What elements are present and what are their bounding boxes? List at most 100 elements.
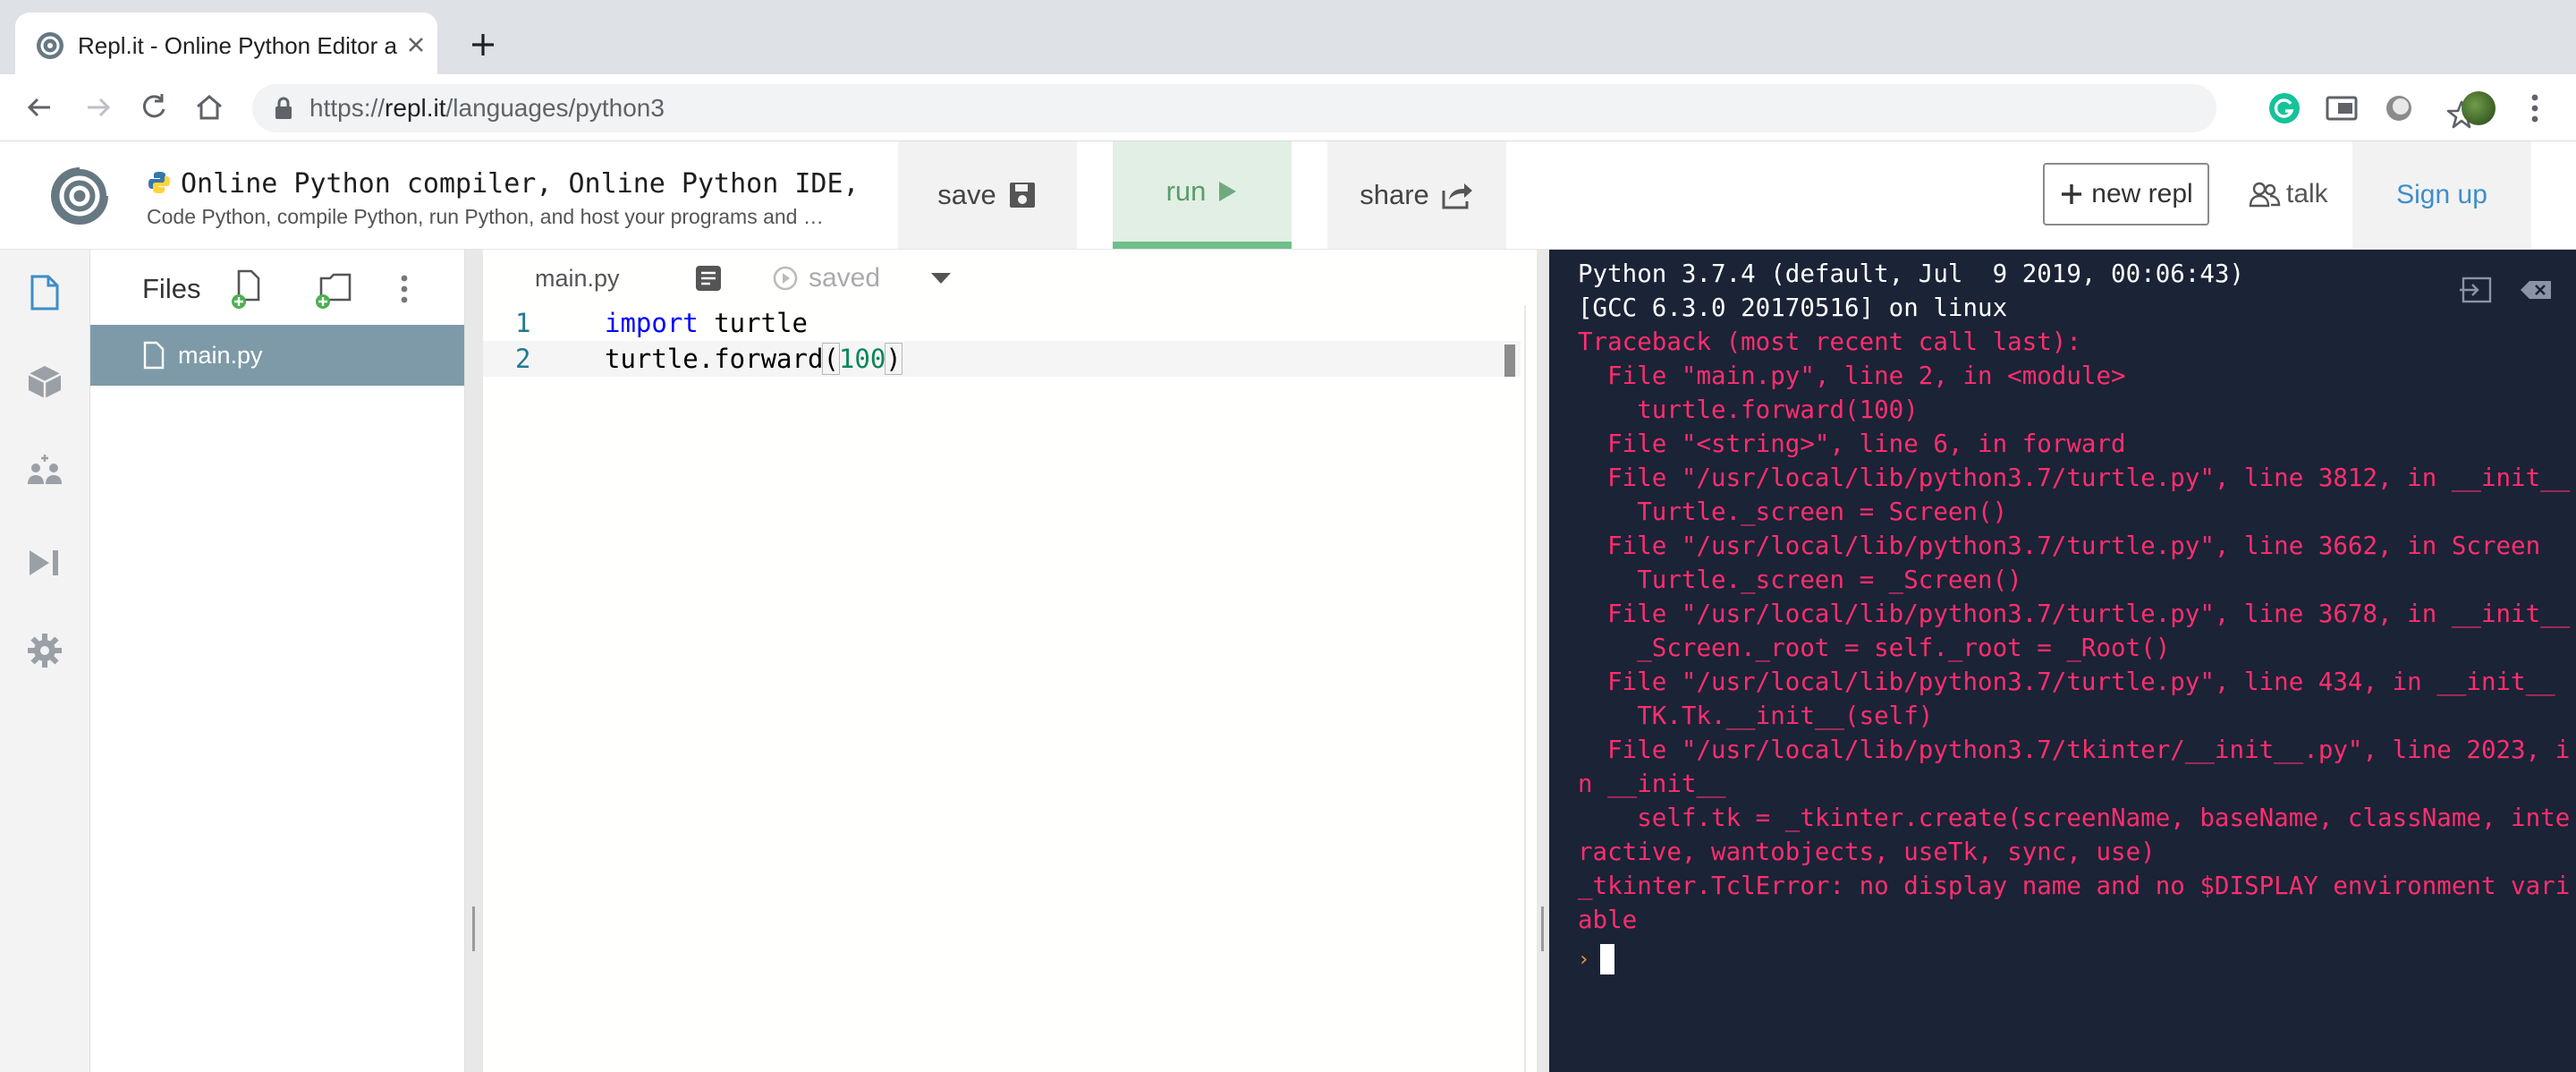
files-icon[interactable] xyxy=(25,273,64,312)
prompt-arrow: › xyxy=(1578,948,1590,971)
console-prompt[interactable]: › xyxy=(1578,944,1615,974)
line-number: 2 xyxy=(515,344,531,374)
files-panel: Files main.py xyxy=(90,250,465,1072)
editor-overview-ruler xyxy=(1524,305,1526,1072)
browser-tab[interactable]: Repl.it - Online Python Editor a xyxy=(15,13,437,74)
replit-favicon-icon xyxy=(37,32,64,59)
multiplayer-icon[interactable] xyxy=(25,452,64,491)
chevron-down-icon[interactable] xyxy=(928,269,953,287)
reload-icon[interactable] xyxy=(134,88,174,127)
new-repl-label: new repl xyxy=(2091,179,2193,208)
console-cursor xyxy=(1600,944,1615,974)
home-icon[interactable] xyxy=(190,88,229,127)
file-icon xyxy=(143,341,165,370)
talk-label: talk xyxy=(2286,179,2328,208)
splitter-grip[interactable] xyxy=(1541,906,1544,951)
console-error-line: self.tk = _tkinter.create(screenName, ba… xyxy=(1578,804,2571,832)
console-error-line: TK.Tk.__init__(self) xyxy=(1578,702,1934,730)
console-info-line: Python 3.7.4 (default, Jul 9 2019, 00:06… xyxy=(1578,259,2245,288)
console-error-line: File "/usr/local/lib/python3.7/turtle.py… xyxy=(1578,668,2555,696)
files-editor-splitter[interactable] xyxy=(465,250,483,1072)
tab-main-py[interactable]: main.py xyxy=(535,262,620,294)
sign-up-button[interactable]: Sign up xyxy=(2352,141,2531,249)
line-content: turtle.forward(100) xyxy=(605,343,902,375)
console-error-line: Turtle._screen = _Screen() xyxy=(1578,566,2022,594)
console-error-line: turtle.forward(100) xyxy=(1578,396,1919,424)
talk-button[interactable]: talk xyxy=(2249,163,2338,225)
browser-tab-bar: Repl.it - Online Python Editor a xyxy=(0,0,2576,74)
packages-icon[interactable] xyxy=(25,362,64,402)
url-text: https://repl.it/languages/python3 xyxy=(309,92,665,124)
format-icon[interactable] xyxy=(694,264,723,293)
console-info-line: [GCC 6.3.0 20170516] on linux xyxy=(1578,294,2008,322)
share-label: share xyxy=(1360,179,1429,210)
code-line-active: 2 turtle.forward(100) xyxy=(483,341,1521,377)
url-host: repl.it xyxy=(385,94,446,122)
line-number: 1 xyxy=(515,308,531,338)
console-output: Python 3.7.4 (default, Jul 9 2019, 00:06… xyxy=(1578,257,2571,937)
console-panel[interactable]: Python 3.7.4 (default, Jul 9 2019, 00:06… xyxy=(1549,250,2576,1072)
files-title: Files xyxy=(142,273,201,304)
console-error-line: Turtle._screen = Screen() xyxy=(1578,498,2008,526)
settings-gear-icon[interactable] xyxy=(25,631,64,670)
share-button[interactable]: share xyxy=(1327,141,1506,249)
profile-avatar[interactable] xyxy=(2462,91,2496,125)
extension-icon[interactable] xyxy=(2381,90,2417,126)
editor-console-splitter[interactable] xyxy=(1537,250,1549,1072)
tab-title: Repl.it - Online Python Editor a xyxy=(78,32,397,59)
save-label: save xyxy=(937,179,996,210)
back-arrow-icon[interactable] xyxy=(20,88,59,127)
console-error-line: File "/usr/local/lib/python3.7/tkinter/_… xyxy=(1578,736,2571,764)
repl-title: Online Python compiler, Online Python ID… xyxy=(181,168,860,200)
add-file-icon[interactable] xyxy=(228,268,267,311)
address-bar[interactable]: https://repl.it/languages/python3 xyxy=(252,84,2477,132)
play-icon xyxy=(1219,182,1237,201)
lock-icon xyxy=(275,97,292,119)
url-scheme: https:// xyxy=(309,94,386,122)
share-icon xyxy=(1442,183,1472,209)
replit-logo[interactable] xyxy=(48,165,111,227)
people-icon xyxy=(2249,182,2281,208)
file-name: main.py xyxy=(178,342,263,369)
clear-console-icon[interactable] xyxy=(2519,275,2555,305)
saved-label: saved xyxy=(809,263,881,293)
grammarly-icon[interactable] xyxy=(2267,90,2302,126)
editor-tab-bar: main.py saved xyxy=(483,250,1537,305)
debugger-icon[interactable] xyxy=(25,543,64,583)
console-error-line: _Screen._root = self._root = _Root() xyxy=(1578,634,2171,662)
console-error-line: ractive, wantobjects, useTk, sync, use) xyxy=(1578,838,2156,866)
saved-status: saved xyxy=(771,260,880,296)
sign-up-label: Sign up xyxy=(2396,180,2487,209)
floppy-disk-icon xyxy=(1009,183,1035,208)
new-repl-button[interactable]: new repl xyxy=(2043,163,2209,225)
console-error-line: Traceback (most recent call last): xyxy=(1578,328,2081,356)
repl-header: Online Python compiler, Online Python ID… xyxy=(0,141,2576,250)
console-error-line: n __init__ xyxy=(1578,770,1726,798)
run-label: run xyxy=(1165,175,1207,207)
console-error-line: _tkinter.TclError: no display name and n… xyxy=(1578,872,2571,900)
left-sidebar-rail xyxy=(0,250,90,1072)
menu-kebab-icon[interactable] xyxy=(2526,90,2544,126)
code-area[interactable]: 1 import turtle 2 turtle.forward(100) xyxy=(483,305,1521,377)
code-editor[interactable]: main.py saved 1 import turtle 2 turtle.f… xyxy=(483,250,1537,1072)
cast-icon[interactable] xyxy=(2324,90,2360,126)
files-menu-kebab-icon[interactable] xyxy=(391,268,418,311)
line-content: import turtle xyxy=(605,308,808,338)
close-icon[interactable] xyxy=(402,30,430,59)
new-tab-icon[interactable] xyxy=(465,27,501,63)
popout-icon[interactable] xyxy=(2458,275,2494,305)
console-error-line: File "main.py", line 2, in <module> xyxy=(1578,362,2126,390)
splitter-grip[interactable] xyxy=(472,906,475,951)
python-icon xyxy=(148,172,170,193)
editor-scrollbar-thumb[interactable] xyxy=(1504,345,1515,377)
browser-toolbar: https://repl.it/languages/python3 xyxy=(0,74,2576,141)
forward-arrow-icon[interactable] xyxy=(79,88,118,127)
plus-icon xyxy=(2062,184,2082,204)
save-button[interactable]: save xyxy=(898,141,1077,249)
add-folder-icon[interactable] xyxy=(314,268,353,311)
console-error-line: File "/usr/local/lib/python3.7/turtle.py… xyxy=(1578,464,2571,492)
run-button[interactable]: run xyxy=(1113,141,1292,249)
file-item-main-py[interactable]: main.py xyxy=(90,325,464,386)
console-error-line: able xyxy=(1578,906,1638,934)
console-error-line: File "/usr/local/lib/python3.7/turtle.py… xyxy=(1578,600,2571,628)
